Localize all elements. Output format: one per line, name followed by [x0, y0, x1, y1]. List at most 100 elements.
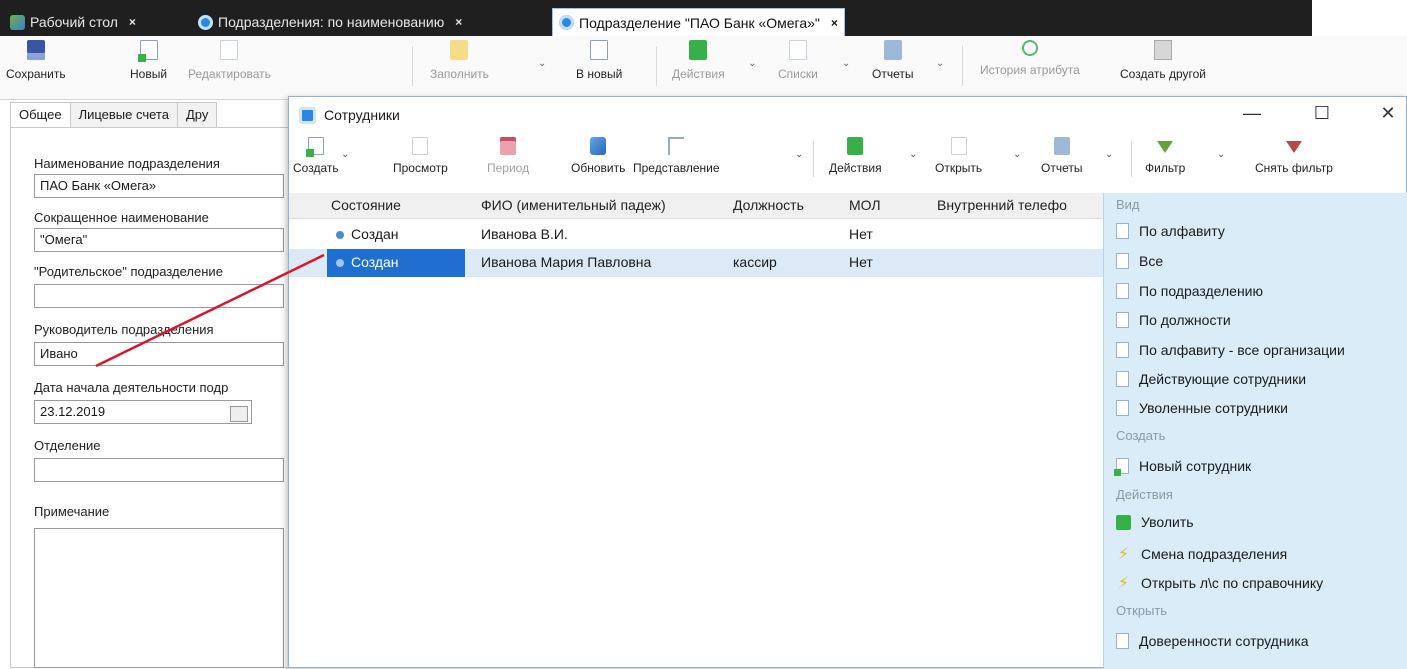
tab-other[interactable]: Дру — [176, 102, 218, 128]
side-item-label: По должности — [1139, 312, 1231, 328]
chevron-down-icon[interactable]: ⌄ — [1105, 149, 1113, 160]
selected-cell[interactable]: Создан — [327, 249, 465, 277]
close-tab-icon[interactable]: × — [455, 15, 462, 29]
maximize-button[interactable]: ☐ — [1307, 103, 1337, 124]
employee-powers-of-attorney-item[interactable]: Доверенности сотрудника — [1116, 633, 1309, 649]
side-item-label: Действующие сотрудники — [1139, 371, 1307, 387]
representation-label: Представление — [633, 161, 720, 175]
calendar-icon[interactable] — [230, 406, 248, 422]
view-dismissed-employees[interactable]: Уволенные сотрудники — [1116, 400, 1288, 416]
chevron-down-icon[interactable]: ⌄ — [842, 58, 850, 69]
document-tab-strip: Рабочий стол × Подразделения: по наимено… — [0, 0, 1312, 36]
lists-button[interactable]: Списки — [778, 40, 818, 81]
folder-icon — [450, 40, 469, 60]
create-other-button[interactable]: Создать другой — [1120, 40, 1206, 81]
view-all[interactable]: Все — [1116, 253, 1163, 269]
tab-department-form[interactable]: Подразделение "ПАО Банк «Омега»" × — [552, 8, 845, 36]
lightning-icon: ⚡ — [1117, 575, 1130, 592]
chevron-down-icon[interactable]: ⌄ — [795, 149, 803, 160]
open-button[interactable]: Открыть — [935, 137, 982, 175]
status-dot-icon — [336, 259, 344, 267]
view-button[interactable]: Просмотр — [393, 137, 448, 175]
filter-label: Фильтр — [1145, 161, 1186, 175]
side-item-label: По алфавиту - все организации — [1139, 342, 1345, 358]
close-tab-icon[interactable]: × — [129, 15, 136, 29]
chevron-down-icon[interactable]: ⌄ — [1013, 149, 1021, 160]
tab-personal-accounts[interactable]: Лицевые счета — [69, 102, 178, 128]
dismiss-item[interactable]: Уволить — [1116, 514, 1194, 530]
lightning-icon: ⚡ — [1117, 546, 1130, 563]
refresh-label: Обновить — [571, 161, 626, 175]
main-toolbar: Сохранить Новый Редактировать Заполнить … — [0, 36, 1407, 100]
chevron-down-icon[interactable]: ⌄ — [341, 149, 349, 160]
toolbar-separator — [656, 46, 657, 86]
change-department-item[interactable]: ⚡ Смена подразделения — [1116, 544, 1287, 564]
tab-label: Подразделение "ПАО Банк «Омега»" — [579, 14, 820, 31]
new-document-icon — [1114, 458, 1129, 476]
filter-button[interactable]: Фильтр — [1145, 137, 1185, 175]
clear-filter-button[interactable]: Снять фильтр — [1255, 137, 1333, 175]
side-item-label: По алфавиту — [1139, 223, 1225, 239]
new-button[interactable]: Новый — [130, 40, 167, 81]
document-icon — [590, 40, 609, 60]
column-header-fio[interactable]: ФИО (именительный падеж) — [481, 197, 666, 213]
table-row[interactable]: Создан Иванова Мария Павловна кассир Нет — [289, 249, 1103, 277]
cell-state: Создан — [351, 226, 399, 242]
chevron-down-icon[interactable]: ⌄ — [936, 58, 944, 69]
open-account-item[interactable]: ⚡ Открыть л\с по справочнику — [1116, 573, 1323, 593]
to-new-button[interactable]: В новый — [576, 40, 622, 81]
close-tab-icon[interactable]: × — [831, 16, 838, 30]
commands-side-panel: Вид По алфавиту Все По подразделению По … — [1103, 193, 1407, 669]
representation-button[interactable]: Представление — [633, 137, 720, 175]
column-header-position[interactable]: Должность — [733, 197, 804, 213]
view-alphabetical[interactable]: По алфавиту — [1116, 223, 1225, 239]
period-button[interactable]: Период — [487, 137, 529, 175]
fill-button[interactable]: Заполнить — [430, 40, 489, 81]
new-employee-item[interactable]: Новый сотрудник — [1114, 458, 1251, 476]
edit-button[interactable]: Редактировать — [188, 40, 271, 81]
column-header-state[interactable]: Состояние — [331, 197, 401, 213]
view-by-position[interactable]: По должности — [1116, 312, 1231, 328]
save-button[interactable]: Сохранить — [6, 40, 66, 81]
department-head-field[interactable]: Ивано — [34, 342, 284, 366]
column-header-phone[interactable]: Внутренний телефо — [937, 197, 1067, 213]
start-date-field[interactable]: 23.12.2019 — [34, 400, 252, 424]
chevron-down-icon[interactable]: ⌄ — [538, 58, 546, 69]
minimize-button[interactable]: — — [1237, 103, 1267, 124]
refresh-button[interactable]: Обновить — [571, 137, 625, 175]
table-header: Состояние ФИО (именительный падеж) Должн… — [289, 193, 1103, 219]
green-arrow-icon — [1116, 514, 1131, 530]
side-item-label: Смена подразделения — [1141, 546, 1288, 562]
chevron-down-icon[interactable]: ⌄ — [909, 149, 917, 160]
desktop-icon — [10, 14, 25, 30]
parent-department-field[interactable] — [34, 284, 284, 308]
view-by-department[interactable]: По подразделению — [1116, 283, 1263, 299]
document-icon — [1116, 342, 1129, 358]
branch-field[interactable] — [34, 458, 284, 482]
chevron-down-icon[interactable]: ⌄ — [1217, 149, 1225, 160]
tab-label: Рабочий стол — [30, 14, 118, 30]
table-row[interactable]: Создан Иванова В.И. Нет — [289, 221, 1103, 249]
tab-desktop[interactable]: Рабочий стол × — [4, 8, 142, 36]
chevron-down-icon[interactable]: ⌄ — [748, 58, 756, 69]
view-active-employees[interactable]: Действующие сотрудники — [1116, 371, 1306, 387]
department-name-field[interactable]: ПАО Банк «Омега» — [34, 174, 284, 198]
cell-position: кассир — [733, 254, 777, 270]
new-document-icon — [305, 137, 324, 157]
column-header-mol[interactable]: МОЛ — [849, 197, 881, 213]
note-textarea[interactable] — [34, 528, 284, 668]
actions-button[interactable]: Действия — [829, 137, 882, 175]
reports-button[interactable]: Отчеты — [872, 40, 913, 81]
tab-general[interactable]: Общее — [10, 102, 71, 128]
actions-button[interactable]: Действия — [672, 40, 725, 81]
short-name-field[interactable]: "Омега" — [34, 228, 284, 252]
view-all-organizations[interactable]: По алфавиту - все организации — [1116, 342, 1345, 358]
create-button[interactable]: Создать — [293, 137, 339, 175]
tab-departments-list[interactable]: Подразделения: по наименованию × — [192, 8, 468, 36]
attribute-history-button[interactable]: История атрибута — [980, 40, 1080, 77]
document-icon — [1116, 283, 1129, 299]
close-button[interactable]: ✕ — [1373, 103, 1403, 124]
clear-filter-icon — [1285, 141, 1302, 153]
toolbar-separator — [962, 46, 963, 86]
reports-button[interactable]: Отчеты — [1041, 137, 1082, 175]
